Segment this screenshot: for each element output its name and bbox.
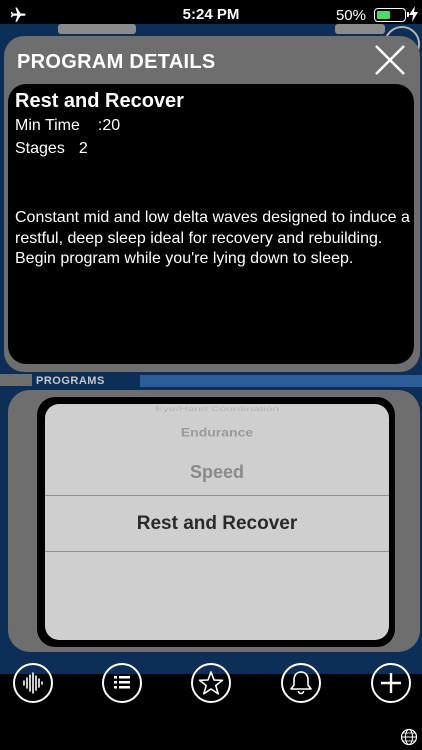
status-bar: 5:24 PM 50%	[0, 0, 422, 30]
programs-picker[interactable]: Eye/Hand Coordination Endurance Speed Re…	[45, 404, 389, 640]
plus-icon	[381, 673, 401, 693]
stages-value: 2	[78, 140, 88, 157]
battery-level	[377, 11, 390, 19]
selection-divider	[45, 551, 389, 552]
section-bar	[0, 374, 32, 386]
picker-item[interactable]: Eye/Hand Coordination	[45, 405, 389, 413]
bell-icon	[290, 671, 312, 695]
battery-icon	[374, 8, 409, 22]
list-icon	[114, 676, 130, 689]
stages-row: Stages 2	[15, 140, 88, 158]
picker-item[interactable]: Endurance	[45, 425, 389, 439]
panel-title: PROGRAM DETAILS	[17, 51, 216, 73]
program-description: Constant mid and low delta waves designe…	[15, 209, 410, 267]
stages-label: Stages	[15, 140, 65, 157]
close-icon[interactable]	[370, 40, 410, 80]
selection-divider	[45, 495, 389, 496]
waveform-button[interactable]	[13, 663, 53, 703]
favorites-button[interactable]	[191, 663, 231, 703]
globe-icon[interactable]	[400, 728, 418, 746]
picker-item-selected[interactable]: Rest and Recover	[45, 513, 389, 535]
programs-list-button[interactable]	[102, 663, 142, 703]
min-time-row: Min Time :20	[15, 117, 120, 135]
add-button[interactable]	[371, 663, 411, 703]
waveform-icon	[23, 672, 43, 694]
section-bar	[140, 375, 422, 387]
min-time-label: Min Time	[15, 117, 80, 134]
programs-section-label: PROGRAMS	[36, 375, 105, 387]
star-icon	[198, 671, 224, 695]
picker-item[interactable]: Speed	[45, 462, 389, 483]
program-name: Rest and Recover	[15, 90, 184, 112]
battery-percent: 50%	[335, 7, 366, 24]
charging-bolt-icon	[409, 6, 418, 22]
alarm-button[interactable]	[281, 663, 321, 703]
min-time-value: :20	[97, 117, 121, 134]
